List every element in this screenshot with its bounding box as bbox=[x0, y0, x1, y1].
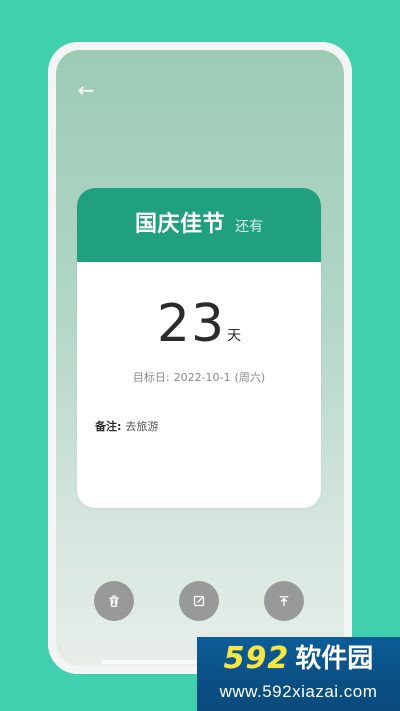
note-label: 备注: bbox=[95, 420, 122, 433]
trash-icon bbox=[105, 592, 123, 610]
pin-top-icon bbox=[275, 592, 293, 610]
countdown-display: 23 天 bbox=[77, 298, 321, 350]
note-value: 去旅游 bbox=[125, 420, 159, 433]
countdown-card: 国庆佳节 还有 23 天 目标日: 2022-10-1 (周六) 备注: 去旅游 bbox=[77, 188, 321, 508]
target-weekday: (周六) bbox=[234, 371, 266, 384]
edit-button[interactable] bbox=[179, 581, 219, 621]
watermark-logo: 592 软件园 www.592xiazai.com bbox=[197, 637, 400, 711]
back-button[interactable]: ← bbox=[74, 78, 98, 102]
title-suffix: 还有 bbox=[235, 218, 263, 235]
target-date-value: 2022-10-1 bbox=[173, 371, 231, 384]
note-row: 备注: 去旅游 bbox=[95, 421, 158, 432]
action-bar bbox=[56, 581, 344, 625]
countdown-number: 23 bbox=[156, 294, 226, 354]
arrow-left-icon: ← bbox=[77, 78, 95, 102]
phone-frame: ← 国庆佳节 还有 23 天 目标日: 2022-10-1 (周六) 备注: 去… bbox=[48, 42, 352, 674]
watermark-url: www.592xiazai.com bbox=[219, 681, 378, 701]
card-header: 国庆佳节 还有 bbox=[77, 188, 321, 262]
app-screen: ← 国庆佳节 还有 23 天 目标日: 2022-10-1 (周六) 备注: 去… bbox=[56, 50, 344, 666]
target-date-row: 目标日: 2022-10-1 (周六) bbox=[77, 372, 321, 383]
app-stage: ← 国庆佳节 还有 23 天 目标日: 2022-10-1 (周六) 备注: 去… bbox=[0, 0, 400, 711]
watermark-brand-number: 592 bbox=[223, 641, 290, 676]
countdown-unit: 天 bbox=[227, 328, 242, 344]
delete-button[interactable] bbox=[94, 581, 134, 621]
watermark-brand-text: 软件园 bbox=[295, 644, 374, 674]
event-title: 国庆佳节 bbox=[134, 212, 225, 237]
pin-top-button[interactable] bbox=[264, 581, 304, 621]
watermark-brand: 592 软件园 bbox=[197, 641, 400, 677]
target-date-label: 目标日: bbox=[132, 371, 170, 384]
edit-icon bbox=[190, 592, 208, 610]
